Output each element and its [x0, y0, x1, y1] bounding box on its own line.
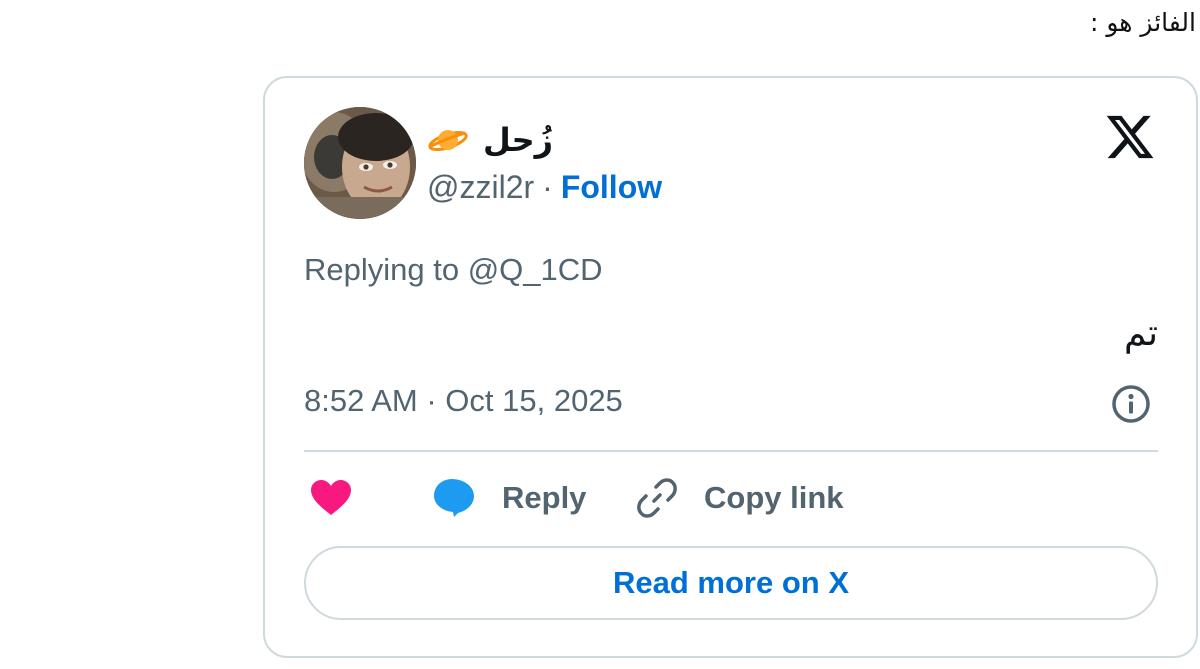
info-icon[interactable]: [1110, 383, 1152, 425]
tweet-timestamp[interactable]: 8:52 AM · Oct 15, 2025: [304, 383, 623, 419]
like-button[interactable]: [310, 476, 352, 520]
author-handle[interactable]: @zzil2r: [427, 169, 534, 206]
separator-dot: ·: [542, 168, 553, 205]
embedded-tweet-card[interactable]: زُحل @zzil2r · Follow Replying to @Q_1CD…: [263, 76, 1198, 658]
tweet-text: تم: [1124, 313, 1158, 354]
tweet-actions: Reply Copy link: [304, 476, 904, 520]
author-display-name[interactable]: زُحل: [483, 121, 553, 159]
link-icon: [637, 478, 677, 518]
x-logo-icon: [1106, 115, 1154, 159]
reply-label: Reply: [502, 480, 587, 515]
intro-text: الفائز هو :: [1090, 8, 1196, 37]
divider: [304, 450, 1158, 452]
ringed-planet-icon: [428, 130, 468, 152]
avatar-image: [304, 107, 416, 219]
reply-button[interactable]: Reply: [432, 476, 586, 520]
author-handle-row: @zzil2r · Follow: [427, 164, 662, 210]
follow-button[interactable]: Follow: [561, 169, 662, 206]
tweet-author: زُحل @zzil2r · Follow: [427, 116, 662, 210]
avatar[interactable]: [304, 107, 416, 219]
copy-link-label: Copy link: [704, 480, 844, 515]
x-logo[interactable]: [1104, 111, 1156, 163]
read-more-button[interactable]: Read more on X: [304, 546, 1158, 620]
replying-to-text[interactable]: Replying to @Q_1CD: [304, 252, 603, 288]
copy-link-button[interactable]: Copy link: [636, 476, 844, 520]
author-name-row[interactable]: زُحل: [427, 116, 662, 164]
speech-bubble-icon: [434, 479, 474, 517]
heart-icon: [311, 480, 351, 515]
